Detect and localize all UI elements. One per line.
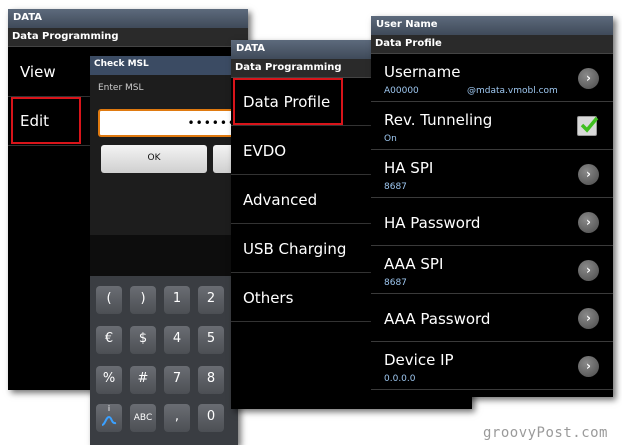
setting-title: Device IP — [384, 351, 454, 369]
status-bar: User Name — [371, 16, 613, 35]
setting-value: 0.0.0.0 — [384, 374, 416, 384]
setting-row-ha-password[interactable]: HA Password › — [371, 198, 613, 246]
setting-value: 8687 — [384, 182, 407, 192]
setting-value: 8687 — [384, 278, 407, 288]
setting-value-domain: @mdata.vmobl.com — [467, 86, 558, 96]
data-profile-screen: User Name Data Profile Username A00000 @… — [371, 16, 613, 397]
key[interactable]: € — [96, 326, 122, 354]
menu-item-label: View — [20, 63, 56, 81]
key[interactable]: 0 — [198, 404, 224, 432]
dialog-prompt: Enter MSL — [98, 83, 144, 93]
screen-title: Data Profile — [371, 35, 613, 54]
dialog-title: Check MSL — [90, 56, 238, 75]
key[interactable]: # — [130, 366, 156, 394]
setting-title: HA Password — [384, 214, 481, 232]
chevron-right-icon[interactable]: › — [578, 308, 599, 329]
menu-item-label: EVDO — [243, 142, 287, 160]
check-msl-screen: Check MSL Enter MSL •••••• OK ( ) 1 2 € … — [90, 56, 238, 445]
setting-value: A00000 — [384, 86, 419, 96]
setting-title: Rev. Tunneling — [384, 111, 493, 129]
status-bar: DATA — [8, 9, 248, 28]
key[interactable]: ( — [96, 286, 122, 314]
screen-title: Data Programming — [8, 28, 248, 47]
highlight-box — [11, 97, 81, 144]
setting-row-ha-spi[interactable]: HA SPI 8687 › — [371, 150, 613, 198]
key[interactable]: 4 — [164, 326, 190, 354]
chevron-right-icon[interactable]: › — [578, 260, 599, 281]
ok-button[interactable]: OK — [101, 145, 207, 173]
setting-row-rev-tunneling[interactable]: Rev. Tunneling On — [371, 102, 613, 150]
highlight-box — [233, 78, 343, 125]
setting-row-aaa-spi[interactable]: AAA SPI 8687 › — [371, 246, 613, 294]
chevron-right-icon[interactable]: › — [578, 68, 599, 89]
setting-title: HA SPI — [384, 159, 434, 177]
menu-item-label: Others — [243, 289, 294, 307]
menu-item-label: Advanced — [243, 191, 318, 209]
chevron-right-icon[interactable]: › — [578, 356, 599, 377]
setting-row-device-ip[interactable]: Device IP 0.0.0.0 › — [371, 342, 613, 390]
numeric-keyboard: ( ) 1 2 € $ 4 5 % # 7 8 i ABC , 0 — [90, 276, 238, 445]
key[interactable]: $ — [130, 326, 156, 354]
setting-row-aaa-password[interactable]: AAA Password › — [371, 294, 613, 342]
setting-value: On — [384, 134, 397, 144]
key[interactable]: 7 — [164, 366, 190, 394]
msl-input[interactable]: •••••• — [98, 109, 238, 137]
chevron-right-icon[interactable]: › — [578, 164, 599, 185]
key[interactable]: ABC — [130, 404, 156, 432]
key[interactable]: 1 — [164, 286, 190, 314]
key[interactable]: ) — [130, 286, 156, 314]
checkmark-icon — [580, 116, 599, 133]
info-key-label: i — [107, 404, 111, 413]
key[interactable]: 5 — [198, 326, 224, 354]
rev-tunneling-checkbox[interactable] — [577, 116, 599, 136]
key[interactable]: 8 — [198, 366, 224, 394]
dialog-body: Enter MSL •••••• OK — [90, 75, 238, 235]
key[interactable]: % — [96, 366, 122, 394]
key[interactable]: , — [164, 404, 190, 432]
watermark: groovyPost.com — [482, 425, 608, 441]
info-key[interactable]: i — [96, 404, 122, 432]
setting-title: AAA SPI — [384, 255, 444, 273]
setting-row-username[interactable]: Username A00000 @mdata.vmobl.com › — [371, 54, 613, 102]
menu-item-label: USB Charging — [243, 240, 347, 258]
menu-item-view[interactable]: View — [8, 49, 98, 97]
swype-icon — [101, 415, 117, 426]
setting-title: AAA Password — [384, 310, 491, 328]
key[interactable]: 2 — [198, 286, 224, 314]
setting-title: Username — [384, 63, 461, 81]
chevron-right-icon[interactable]: › — [578, 212, 599, 233]
